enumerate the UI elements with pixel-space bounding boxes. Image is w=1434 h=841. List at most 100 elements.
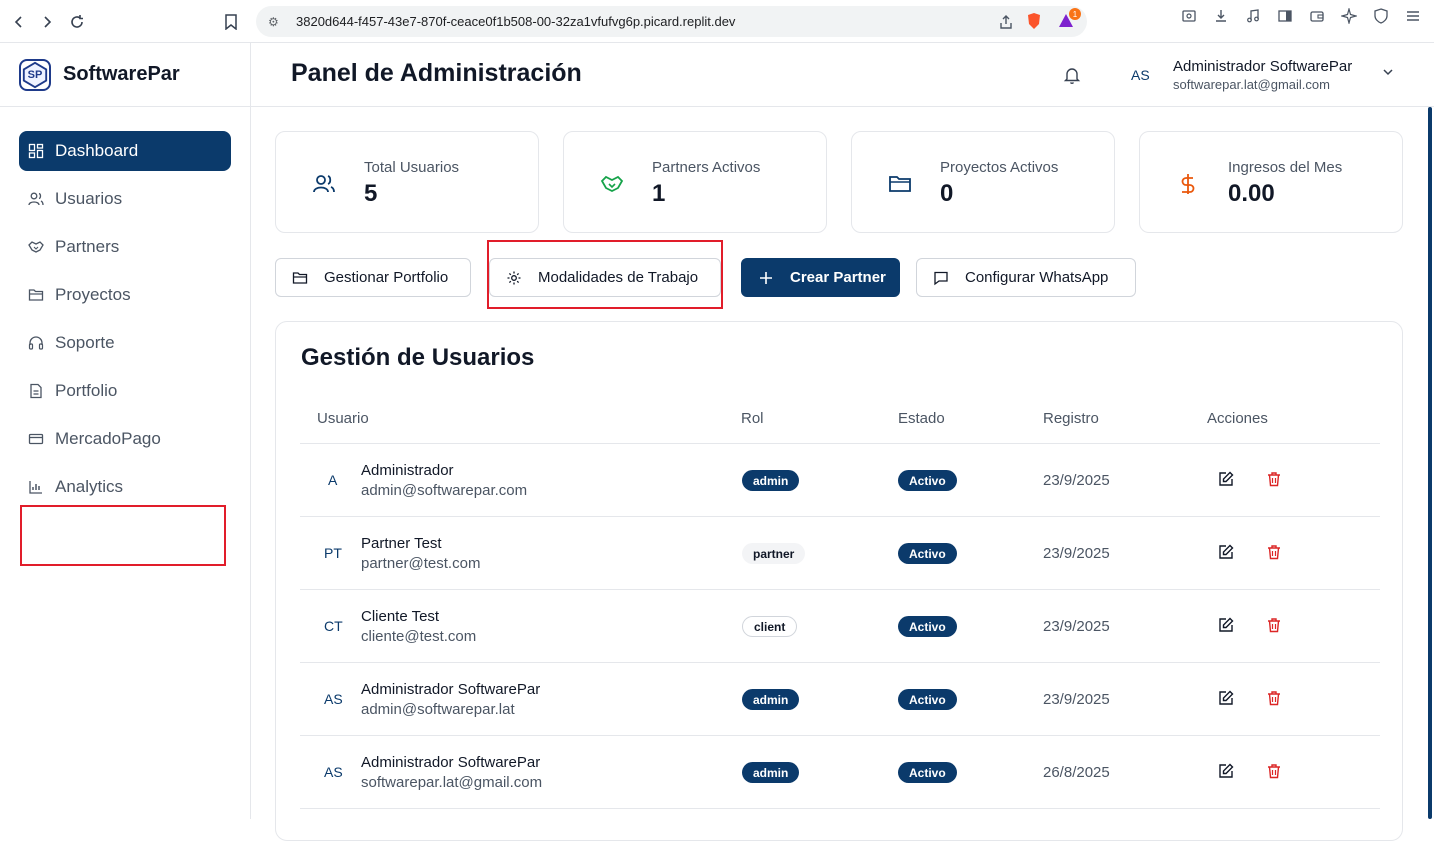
trash-icon[interactable] <box>1266 471 1284 489</box>
user-name[interactable]: Administrador SoftwarePar <box>1173 58 1352 75</box>
user-name: Partner Test <box>361 535 442 552</box>
bell-icon[interactable] <box>1063 65 1083 85</box>
registration-date: 26/8/2025 <box>1043 764 1110 781</box>
avatar[interactable]: AS <box>1131 67 1150 83</box>
dollar-icon <box>1176 172 1200 196</box>
column-header-usuario: Usuario <box>317 410 369 427</box>
stat-card-partners-activos: Partners Activos 1 <box>563 131 827 233</box>
column-header-registro: Registro <box>1043 410 1099 427</box>
page-scrollbar[interactable] <box>1428 107 1432 819</box>
edit-icon[interactable] <box>1218 763 1236 781</box>
folder-icon <box>28 287 44 303</box>
leo-ai-icon[interactable] <box>1340 7 1358 25</box>
sidebar-menu: Dashboard Usuarios Partners Proyectos So… <box>0 107 250 507</box>
folder-icon <box>888 172 912 196</box>
edit-icon[interactable] <box>1218 690 1236 708</box>
column-header-acciones: Acciones <box>1207 410 1268 427</box>
bar-chart-icon <box>28 479 44 495</box>
bookmark-icon[interactable] <box>216 7 246 37</box>
user-email: admin@softwarepar.lat <box>361 701 515 718</box>
menu-icon[interactable] <box>1404 7 1422 25</box>
sidebar-item-dashboard[interactable]: Dashboard <box>19 131 231 171</box>
chevron-down-icon[interactable] <box>1381 65 1395 82</box>
status-badge: Activo <box>898 616 957 637</box>
user-initials: CT <box>324 618 343 634</box>
forward-icon[interactable] <box>32 7 62 37</box>
music-icon[interactable] <box>1244 7 1262 25</box>
sidebar-item-label: Proyectos <box>55 285 131 304</box>
sidebar-toggle-icon[interactable] <box>1276 7 1294 25</box>
table-row: PT Partner Test partner@test.com partner… <box>300 517 1380 590</box>
sidebar-item-mercadopago[interactable]: MercadoPago <box>19 419 231 459</box>
sidebar-item-proyectos[interactable]: Proyectos <box>19 275 231 315</box>
vpn-icon[interactable] <box>1372 7 1390 25</box>
reload-icon[interactable] <box>62 7 92 37</box>
table-row: CT Cliente Test cliente@test.com client … <box>300 590 1380 663</box>
role-badge: client <box>742 616 798 637</box>
edit-icon[interactable] <box>1218 544 1236 562</box>
user-email: cliente@test.com <box>361 628 477 645</box>
trash-icon[interactable] <box>1266 763 1284 781</box>
credit-card-icon <box>28 431 44 447</box>
headset-icon <box>28 335 44 351</box>
sidebar-item-partners[interactable]: Partners <box>19 227 231 267</box>
page-title: Panel de Administración <box>291 59 582 87</box>
trash-icon[interactable] <box>1266 617 1284 635</box>
user-initials: AS <box>324 691 343 707</box>
registration-date: 23/9/2025 <box>1043 618 1110 635</box>
handshake-icon <box>600 172 624 196</box>
brand-logo-text: SP <box>27 68 43 81</box>
edit-icon[interactable] <box>1218 617 1236 635</box>
stat-label: Ingresos del Mes <box>1228 159 1343 176</box>
brave-shield-icon[interactable] <box>1025 12 1043 30</box>
browser-extensions <box>1180 7 1422 25</box>
user-email: softwarepar.lat@gmail.com <box>361 774 543 791</box>
user-name: Administrador SoftwarePar <box>361 681 541 698</box>
trash-icon[interactable] <box>1266 690 1284 708</box>
sidebar-item-label: Soporte <box>55 333 115 352</box>
trash-icon[interactable] <box>1266 544 1284 562</box>
sidebar-item-soporte[interactable]: Soporte <box>19 323 231 363</box>
button-label: Crear Partner <box>790 269 886 286</box>
brand-logo-icon: SP <box>19 58 51 91</box>
user-email: admin@softwarepar.com <box>361 482 528 499</box>
user-initials: AS <box>324 764 343 780</box>
annotation-highlight-box <box>487 240 723 309</box>
role-badge: admin <box>742 470 800 491</box>
configurar-whatsapp-button[interactable]: Configurar WhatsApp <box>916 258 1136 297</box>
button-label: Gestionar Portfolio <box>324 269 449 286</box>
share-icon[interactable] <box>997 13 1015 31</box>
users-table-card: Gestión de Usuarios Usuario Rol Estado R… <box>275 321 1403 841</box>
stat-label: Total Usuarios <box>364 159 460 176</box>
brand[interactable]: SP SoftwarePar <box>0 43 250 107</box>
status-badge: Activo <box>898 762 957 783</box>
screenshot-icon[interactable] <box>1180 7 1198 25</box>
user-initials: PT <box>324 545 342 561</box>
users-icon <box>28 191 44 207</box>
stat-value: 0 <box>940 180 954 207</box>
table-row: AS Administrador SoftwarePar admin@softw… <box>300 663 1380 736</box>
sidebar: SP SoftwarePar Dashboard Usuarios Partne… <box>0 43 251 819</box>
sidebar-item-portfolio[interactable]: Portfolio <box>19 371 231 411</box>
address-bar[interactable]: ⚙ 3820d644-f457-43e7-870f-ceace0f1b508-0… <box>256 6 1087 37</box>
back-icon[interactable] <box>4 7 34 37</box>
sidebar-item-analytics[interactable]: Analytics <box>19 467 231 507</box>
stat-value: 1 <box>652 180 666 207</box>
table-row: A Administrador admin@softwarepar.com ad… <box>300 444 1380 517</box>
role-badge: admin <box>742 689 800 710</box>
stat-card-ingresos-mes: Ingresos del Mes 0.00 <box>1139 131 1403 233</box>
role-badge: partner <box>742 543 806 564</box>
sidebar-item-label: Usuarios <box>55 189 123 208</box>
download-icon[interactable] <box>1212 7 1230 25</box>
wallet-icon[interactable] <box>1308 7 1326 25</box>
sidebar-item-label: Partners <box>55 237 120 256</box>
sidebar-item-usuarios[interactable]: Usuarios <box>19 179 231 219</box>
dashboard-icon <box>28 143 44 159</box>
edit-icon[interactable] <box>1218 471 1236 489</box>
folder-icon <box>292 270 308 286</box>
site-settings-icon[interactable]: ⚙ <box>268 15 284 29</box>
crear-partner-button[interactable]: Crear Partner <box>741 258 900 297</box>
registration-date: 23/9/2025 <box>1043 472 1110 489</box>
users-table-title: Gestión de Usuarios <box>301 344 535 371</box>
gestionar-portfolio-button[interactable]: Gestionar Portfolio <box>275 258 471 297</box>
